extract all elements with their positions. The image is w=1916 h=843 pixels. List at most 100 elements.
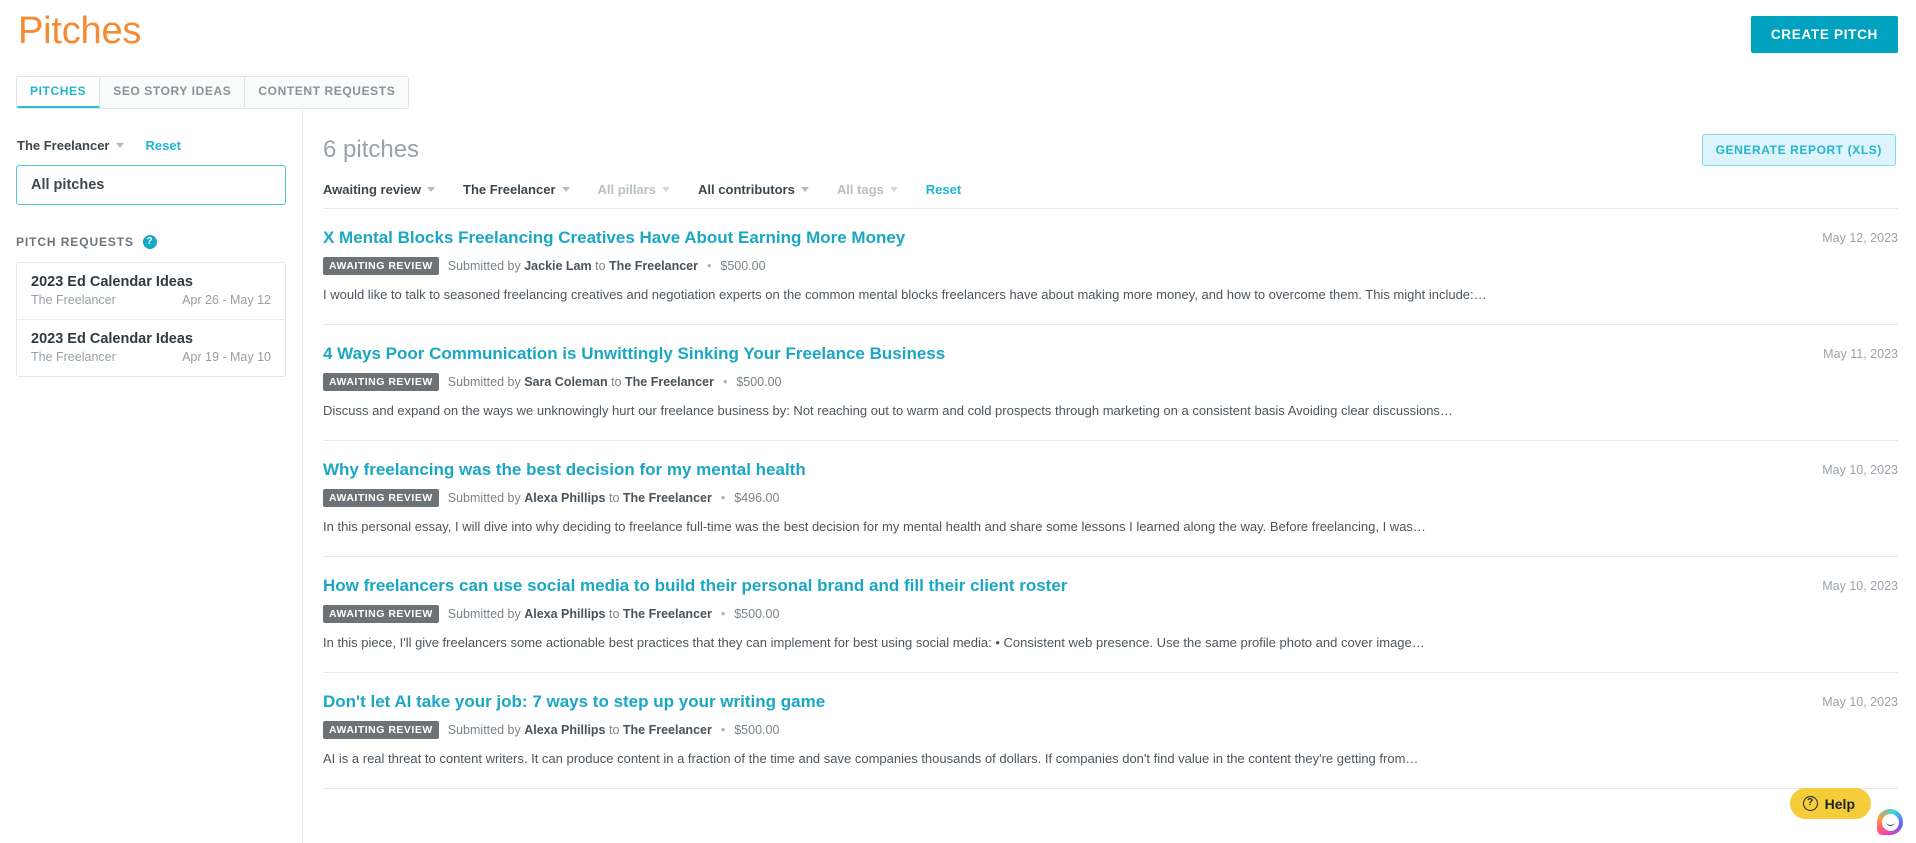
tab-pitches[interactable]: PITCHES [17,77,101,108]
meta-separator: • [720,607,726,622]
pitch-amount: $500.00 [734,607,780,622]
list-item: 4 Ways Poor Communication is Unwittingly… [323,325,1898,441]
filter-tags[interactable]: All tags [837,182,898,197]
chevron-down-icon [115,143,124,148]
request-title: 2023 Ed Calendar Ideas [31,331,193,347]
chevron-down-icon [561,187,570,192]
pitch-date: May 10, 2023 [1822,578,1898,593]
page-header: Pitches CREATE PITCH [0,0,1916,66]
filter-publication-label: The Freelancer [463,182,556,197]
pitch-title-link[interactable]: X Mental Blocks Freelancing Creatives Ha… [323,228,905,248]
main-content: 6 pitches GENERATE REPORT (XLS) Awaiting… [302,110,1916,843]
filter-tags-label: All tags [836,182,884,197]
pitch-publication: The Freelancer [625,375,714,390]
filter-publication[interactable]: The Freelancer [463,182,570,197]
pitch-meta: AWAITING REVIEW Submitted by Sara Colema… [323,373,1898,392]
pitch-title-link[interactable]: Don't let AI take your job: 7 ways to st… [323,692,825,712]
filter-contributors[interactable]: All contributors [698,182,809,197]
pitch-requests-heading: PITCH REQUESTS ? [16,235,286,249]
pitch-title-link[interactable]: Why freelancing was the best decision fo… [323,460,806,480]
tab-content-requests[interactable]: CONTENT REQUESTS [245,77,409,108]
pitch-title-link[interactable]: 4 Ways Poor Communication is Unwittingly… [323,344,945,364]
pitch-header: Why freelancing was the best decision fo… [323,460,1898,480]
submitted-prefix: Submitted by [447,723,521,738]
create-pitch-button[interactable]: CREATE PITCH [1750,16,1898,53]
chevron-down-icon [889,187,898,192]
pitch-description: Discuss and expand on the ways we unknow… [323,403,1453,419]
submitted-prefix: Submitted by [447,491,521,506]
main-header: 6 pitches GENERATE REPORT (XLS) [323,134,1898,166]
pitch-submitted-by: Submitted by Alexa Phillips to The Freel… [448,491,712,505]
tab-bar: PITCHES SEO STORY IDEAS CONTENT REQUESTS [16,76,410,109]
pitch-meta: AWAITING REVIEW Submitted by Alexa Phill… [323,721,1898,740]
all-pitches-label: All pitches [31,177,105,193]
pitch-date: May 10, 2023 [1822,694,1898,709]
status-badge: AWAITING REVIEW [323,721,439,740]
help-button[interactable]: ? Help [1789,788,1871,819]
page-title: Pitches [18,10,142,52]
chat-face-icon [1881,813,1899,831]
list-item[interactable]: 2023 Ed Calendar Ideas The Freelancer Ap… [17,263,285,320]
submitted-prefix: Submitted by [447,259,521,274]
pitch-count-label: 6 pitches [323,136,420,163]
chevron-down-icon [427,187,436,192]
list-item: Don't let AI take your job: 7 ways to st… [323,673,1898,789]
meta-separator: • [722,375,728,390]
to-label: to [595,259,606,274]
to-label: to [608,723,620,738]
chevron-down-icon [662,187,671,192]
to-label: to [611,375,622,390]
status-badge: AWAITING REVIEW [323,257,439,276]
pitch-date: May 10, 2023 [1822,462,1898,477]
pitch-description: I would like to talk to seasoned freelan… [323,287,1487,303]
filter-contributors-label: All contributors [698,182,795,197]
pitch-publication: The Freelancer [609,259,698,274]
pitch-requests-list: 2023 Ed Calendar Ideas The Freelancer Ap… [16,262,286,377]
all-pitches-selector[interactable]: All pitches [16,165,286,205]
pitch-amount: $500.00 [734,723,780,738]
pitch-author: Sara Coleman [524,375,608,390]
pitch-description: AI is a real threat to content writers. … [323,751,1419,767]
pitch-list: X Mental Blocks Freelancing Creatives Ha… [323,209,1898,789]
filter-bar: Awaiting review The Freelancer All pilla… [323,182,1898,209]
filter-pillars[interactable]: All pillars [598,182,671,197]
meta-separator: • [720,491,726,506]
sidebar-reset-link[interactable]: Reset [146,138,181,153]
pitch-header: Don't let AI take your job: 7 ways to st… [323,692,1898,712]
pitch-title-link[interactable]: How freelancers can use social media to … [323,576,1067,596]
chevron-down-icon [800,187,809,192]
pitch-author: Alexa Phillips [524,491,606,506]
request-title: 2023 Ed Calendar Ideas [31,274,193,290]
body-container: The Freelancer Reset All pitches PITCH R… [0,110,1916,843]
filter-status[interactable]: Awaiting review [323,182,436,197]
list-item: X Mental Blocks Freelancing Creatives Ha… [323,209,1898,325]
pitch-description: In this piece, I'll give freelancers som… [323,635,1425,651]
pitch-publication: The Freelancer [622,491,712,506]
meta-separator: • [706,259,712,274]
chat-widget-icon[interactable] [1877,809,1903,835]
question-mark-icon[interactable]: ? [142,235,157,249]
pitch-meta: AWAITING REVIEW Submitted by Alexa Phill… [323,605,1898,624]
status-badge: AWAITING REVIEW [323,605,439,624]
request-meta: The Freelancer Apr 26 - May 12 [31,293,271,307]
sidebar-publication-select[interactable]: The Freelancer [17,138,124,153]
tab-seo-story-ideas[interactable]: SEO STORY IDEAS [100,77,246,108]
pitch-meta: AWAITING REVIEW Submitted by Jackie Lam … [323,257,1898,276]
request-meta: The Freelancer Apr 19 - May 10 [31,350,271,364]
pitch-date: May 12, 2023 [1822,231,1898,245]
request-publication: The Freelancer [31,293,116,307]
request-dates: Apr 19 - May 10 [182,350,271,364]
filter-status-label: Awaiting review [323,182,422,197]
pitch-header: How freelancers can use social media to … [323,576,1898,596]
list-item[interactable]: 2023 Ed Calendar Ideas The Freelancer Ap… [17,320,285,376]
generate-report-button[interactable]: GENERATE REPORT (XLS) [1701,134,1896,166]
pitch-author: Alexa Phillips [524,723,606,738]
pitch-meta: AWAITING REVIEW Submitted by Alexa Phill… [323,489,1898,508]
meta-separator: • [720,723,726,738]
pitch-submitted-by: Submitted by Alexa Phillips to The Freel… [448,607,712,621]
sidebar-publication-label: The Freelancer [17,138,110,153]
pitch-author: Jackie Lam [524,259,592,274]
filter-reset-link[interactable]: Reset [926,182,961,197]
submitted-prefix: Submitted by [447,375,521,390]
to-label: to [608,491,620,506]
